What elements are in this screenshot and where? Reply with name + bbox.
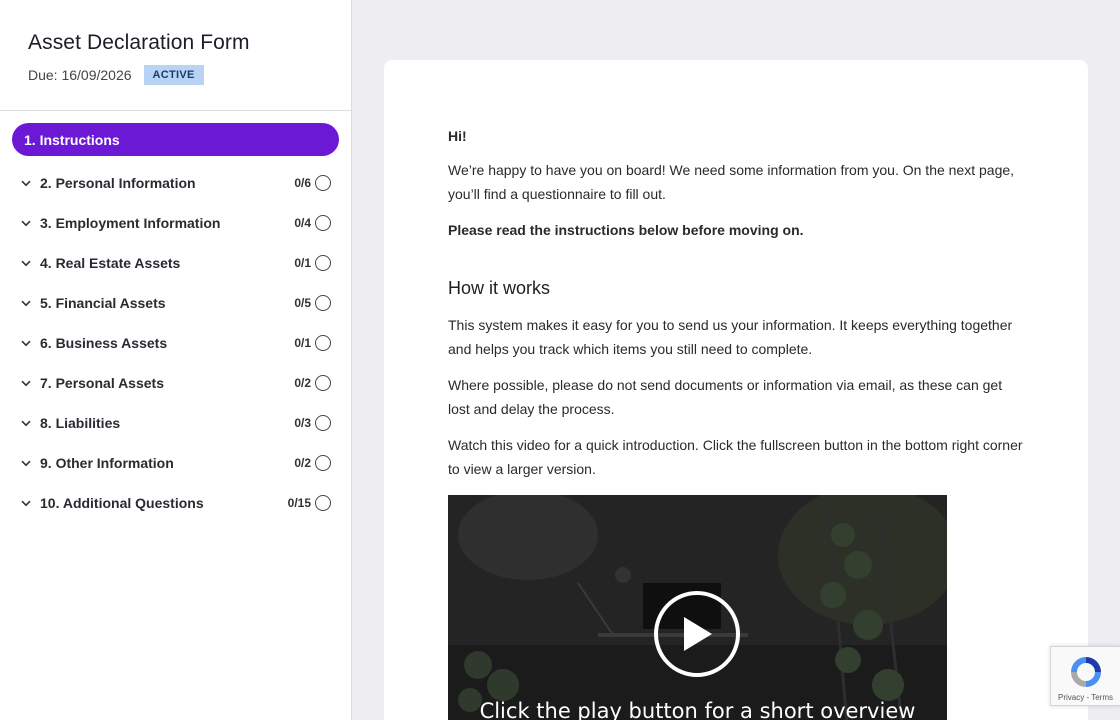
progress-count: 0/15 <box>287 496 311 510</box>
nav-item-business-assets[interactable]: 6. Business Assets 0/1 <box>0 323 351 363</box>
nav-item-label: 4. Real Estate Assets <box>40 255 181 271</box>
intro-video[interactable]: Click the play button for a short overvi… <box>448 495 947 720</box>
play-icon <box>684 617 712 651</box>
nav-item-label: 10. Additional Questions <box>40 495 204 511</box>
section-heading: How it works <box>448 278 551 298</box>
status-circle-icon <box>315 495 331 511</box>
chevron-down-icon[interactable] <box>20 497 32 509</box>
status-circle-icon <box>315 295 331 311</box>
recaptcha-badge[interactable]: Privacy - Terms <box>1050 646 1120 706</box>
greeting: Hi! <box>448 128 467 144</box>
progress-count: 0/1 <box>294 256 311 270</box>
progress-count: 0/2 <box>294 376 311 390</box>
sidebar: Asset Declaration Form Due: 16/09/2026 A… <box>0 0 352 720</box>
progress-count: 0/4 <box>294 216 311 230</box>
progress-count: 0/5 <box>294 296 311 310</box>
nav-item-other-information[interactable]: 9. Other Information 0/2 <box>0 443 351 483</box>
nav-item-label: 6. Business Assets <box>40 335 168 351</box>
nav-item-additional-questions[interactable]: 10. Additional Questions 0/15 <box>0 483 351 523</box>
content-panel: Hi! We’re happy to have you on board! We… <box>384 60 1088 720</box>
progress-count: 0/3 <box>294 416 311 430</box>
play-button[interactable] <box>654 591 740 677</box>
progress-count: 0/1 <box>294 336 311 350</box>
video-caption: Click the play button for a short overvi… <box>479 699 916 720</box>
chevron-down-icon[interactable] <box>20 457 32 469</box>
nav-item-label: 3. Employment Information <box>40 215 221 231</box>
paragraph-system: This system makes it easy for you to sen… <box>448 317 1013 357</box>
nav-item-real-estate-assets[interactable]: 4. Real Estate Assets 0/1 <box>0 243 351 283</box>
sidebar-header: Asset Declaration Form Due: 16/09/2026 A… <box>0 0 351 111</box>
nav-item-label: 2. Personal Information <box>40 175 196 191</box>
progress-count: 0/2 <box>294 456 311 470</box>
nav-item-label: 8. Liabilities <box>40 415 121 431</box>
status-circle-icon <box>315 455 331 471</box>
status-circle-icon <box>315 415 331 431</box>
nav-item-label: 9. Other Information <box>40 455 174 471</box>
nav-item-personal-information[interactable]: 2. Personal Information 0/6 <box>0 163 351 203</box>
instruction-notice: Please read the instructions below befor… <box>448 222 804 238</box>
nav-item-label: 5. Financial Assets <box>40 295 166 311</box>
form-title: Asset Declaration Form <box>28 31 250 54</box>
nav-item-label: 1. Instructions <box>24 131 120 148</box>
nav-item-personal-assets[interactable]: 7. Personal Assets 0/2 <box>0 363 351 403</box>
recaptcha-icon <box>1071 657 1101 687</box>
nav-item-label: 7. Personal Assets <box>40 375 164 391</box>
nav-item-instructions[interactable]: 1. Instructions <box>12 123 339 156</box>
chevron-down-icon[interactable] <box>20 217 32 229</box>
chevron-down-icon[interactable] <box>20 377 32 389</box>
status-circle-icon <box>315 175 331 191</box>
intro-paragraph: We’re happy to have you on board! We nee… <box>448 162 1015 202</box>
paragraph-email: Where possible, please do not send docum… <box>448 377 1003 417</box>
chevron-down-icon[interactable] <box>20 337 32 349</box>
nav-item-employment-information[interactable]: 3. Employment Information 0/4 <box>0 203 351 243</box>
due-date: Due: 16/09/2026 <box>28 67 132 83</box>
chevron-down-icon[interactable] <box>20 417 32 429</box>
recaptcha-links[interactable]: Privacy - Terms <box>1051 693 1120 702</box>
progress-count: 0/6 <box>294 176 311 190</box>
chevron-down-icon[interactable] <box>20 257 32 269</box>
instructions-content: Hi! We’re happy to have you on board! We… <box>384 60 1088 720</box>
form-meta: Due: 16/09/2026 ACTIVE <box>28 65 323 85</box>
status-circle-icon <box>315 255 331 271</box>
section-nav: 1. Instructions 2. Personal Information … <box>0 111 351 523</box>
nav-item-liabilities[interactable]: 8. Liabilities 0/3 <box>0 403 351 443</box>
status-circle-icon <box>315 215 331 231</box>
status-circle-icon <box>315 375 331 391</box>
paragraph-video: Watch this video for a quick introductio… <box>448 437 1023 477</box>
nav-item-financial-assets[interactable]: 5. Financial Assets 0/5 <box>0 283 351 323</box>
chevron-down-icon[interactable] <box>20 297 32 309</box>
status-circle-icon <box>315 335 331 351</box>
chevron-down-icon[interactable] <box>20 177 32 189</box>
status-badge: ACTIVE <box>143 65 204 85</box>
